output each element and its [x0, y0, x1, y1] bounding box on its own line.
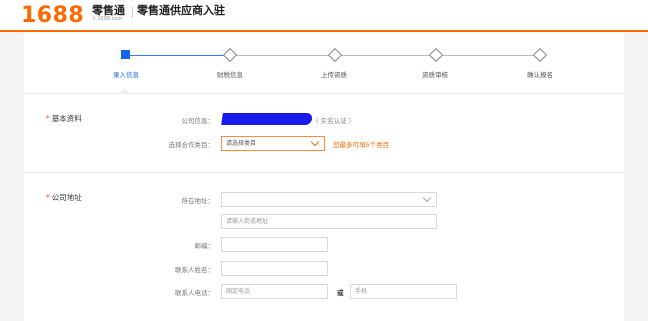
right-gutter: [624, 32, 648, 321]
category-select[interactable]: 请选择类目: [221, 136, 325, 151]
step-4-label[interactable]: 资质审核: [422, 69, 448, 79]
company-info-label: 公司信息：: [181, 117, 215, 125]
postcode-label: 邮编：: [194, 242, 215, 250]
section-title-basic: * 基本资料: [46, 113, 82, 124]
postcode-input[interactable]: [221, 237, 328, 252]
or-separator: 或: [337, 289, 344, 297]
section-divider-top: [24, 93, 624, 94]
region-select[interactable]: [221, 192, 437, 207]
step-connector-4: [436, 55, 539, 56]
step-connector-3: [335, 55, 435, 56]
contact-name-input[interactable]: [221, 261, 328, 276]
left-gutter: [0, 32, 24, 321]
step-connector-2: [230, 55, 334, 56]
contact-phone-label: 联系人电话：: [175, 289, 214, 297]
section-title-basic-text: 基本资料: [51, 114, 82, 123]
required-mark: *: [46, 114, 50, 123]
category-label: 选择合作类目：: [168, 141, 215, 149]
redacted-company-name: [221, 113, 313, 125]
landline-input[interactable]: 固定电话: [221, 284, 328, 299]
required-mark: *: [46, 193, 50, 202]
step-3-label[interactable]: 上传资质: [321, 69, 347, 79]
section-title-address: * 公司地址: [46, 192, 82, 203]
page-title: 零售通供应商入驻: [137, 4, 225, 17]
street-address-input[interactable]: 请输入街道地址: [221, 214, 437, 229]
progress-steps: [24, 32, 624, 94]
region-label: 所在地址：: [181, 197, 215, 205]
step-2-label[interactable]: 财税信息: [217, 69, 243, 79]
step-connector-1: [129, 55, 229, 56]
logo-1688[interactable]: 1688: [21, 3, 84, 29]
step-5-label[interactable]: 确认报名: [527, 69, 553, 79]
header-divider: [132, 7, 133, 18]
section-title-address-text: 公司地址: [51, 193, 82, 202]
brand-domain: li.1688.com: [93, 16, 123, 22]
step-1-label[interactable]: 录入信息: [113, 69, 139, 79]
mobile-input[interactable]: 手机: [350, 284, 457, 299]
top-header: 1688 零售通 li.1688.com 零售通供应商入驻: [0, 0, 648, 32]
section-divider: [24, 172, 624, 173]
category-limit-hint: 您最多可填5个类目: [333, 141, 390, 149]
contact-name-label: 联系人姓名：: [175, 266, 214, 274]
step-1-active-marker[interactable]: [121, 50, 130, 59]
real-name-verified-note: （ 实名认证 ）: [312, 117, 356, 125]
